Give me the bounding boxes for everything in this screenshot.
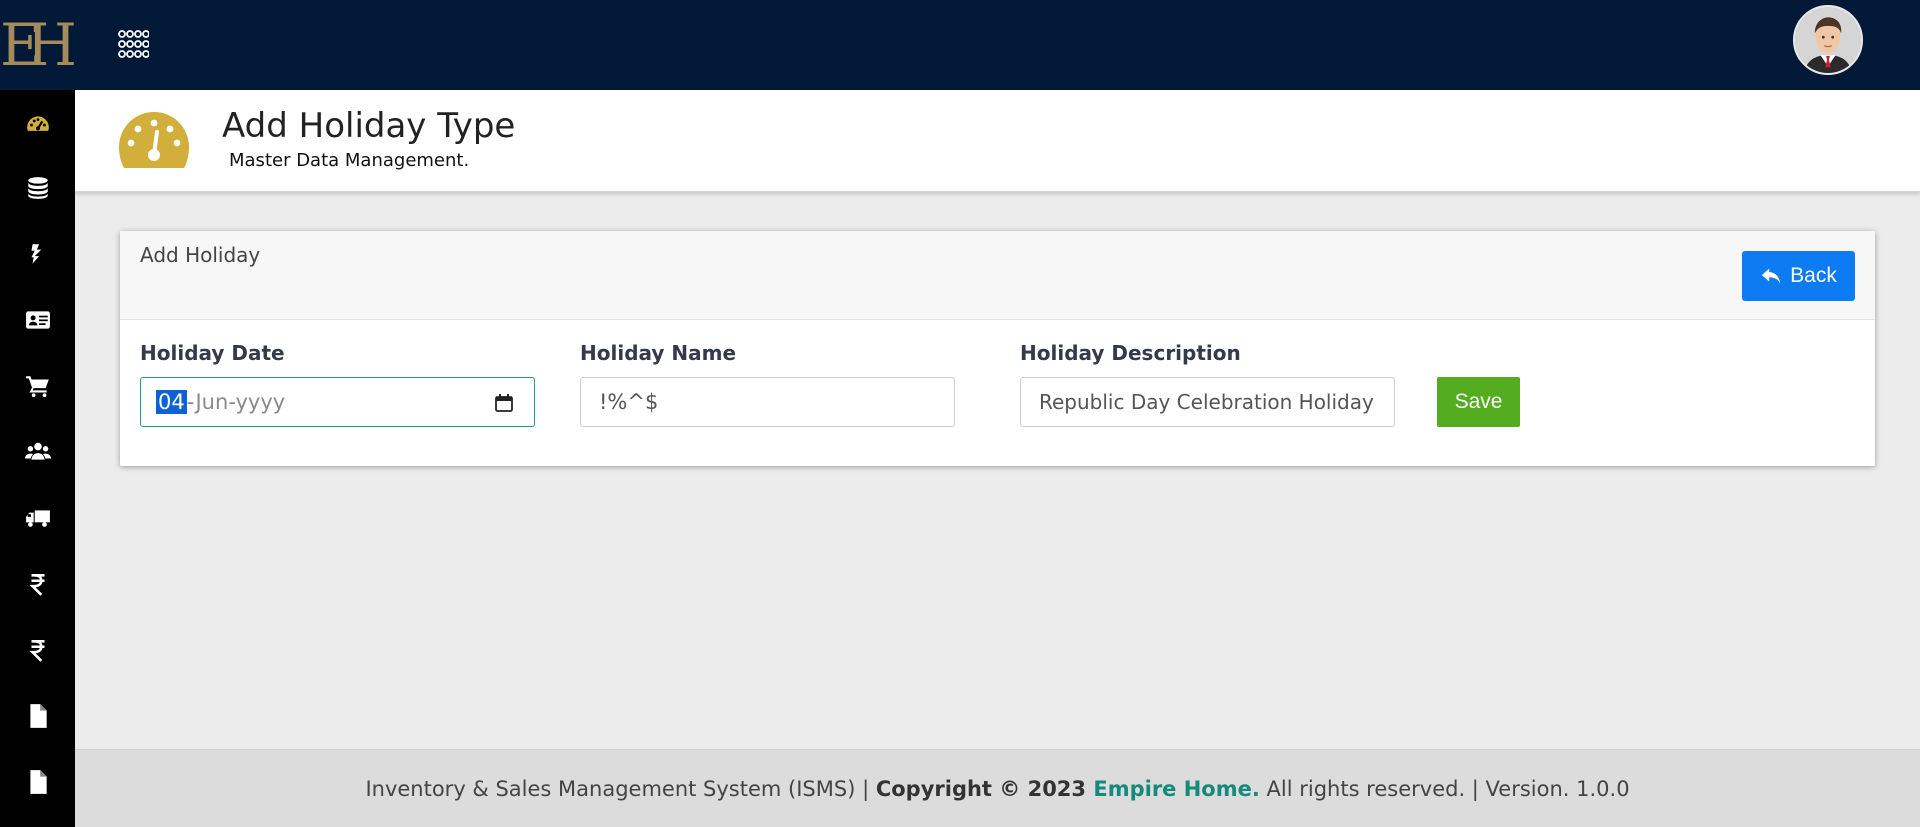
- dashboard-icon[interactable]: [0, 104, 75, 144]
- footer: Inventory & Sales Management System (ISM…: [75, 749, 1920, 827]
- bolt-icon[interactable]: [0, 234, 75, 274]
- card-header: Add Holiday Back: [120, 231, 1875, 320]
- footer-suffix: All rights reserved. | Version. 1.0.0: [1259, 776, 1630, 801]
- topbar: [75, 0, 1920, 90]
- user-avatar[interactable]: [1793, 5, 1863, 75]
- card-title: Add Holiday: [140, 243, 261, 267]
- users-icon[interactable]: [0, 432, 75, 472]
- holiday-description-input[interactable]: Republic Day Celebration Holiday: [1020, 377, 1395, 427]
- back-button[interactable]: Back: [1742, 251, 1855, 301]
- date-day-segment[interactable]: 04: [156, 390, 187, 414]
- save-button[interactable]: Save: [1437, 377, 1520, 427]
- truck-icon[interactable]: [0, 498, 75, 538]
- add-holiday-card: Add Holiday Back Holiday Date 04 -Jun-yyy…: [120, 231, 1875, 466]
- page-header: Add Holiday Type Master Data Management.: [75, 90, 1920, 193]
- file-icon[interactable]: [0, 696, 75, 736]
- footer-copyright: Copyright © 2023: [875, 776, 1094, 801]
- id-card-icon[interactable]: [0, 300, 75, 340]
- holiday-name-label: Holiday Name: [580, 341, 737, 365]
- grid-dots-icon[interactable]: [115, 27, 150, 61]
- database-icon[interactable]: [0, 168, 75, 208]
- holiday-date-label: Holiday Date: [140, 341, 285, 365]
- cart-icon[interactable]: [0, 366, 75, 406]
- rupee-icon[interactable]: [0, 630, 75, 670]
- calendar-icon[interactable]: [494, 393, 514, 413]
- dashboard-gauge-icon: [117, 110, 191, 170]
- logo[interactable]: EH: [0, 0, 77, 90]
- holiday-date-input[interactable]: 04 -Jun-yyyy: [140, 377, 535, 427]
- logo-text: EH: [0, 11, 77, 79]
- date-rest-segment[interactable]: -Jun-yyyy: [187, 390, 285, 414]
- rupee-icon[interactable]: [0, 564, 75, 604]
- sidebar: EH: [0, 0, 77, 827]
- page-title: Add Holiday Type: [222, 106, 516, 146]
- footer-brand-link[interactable]: Empire Home.: [1093, 777, 1259, 801]
- file-icon[interactable]: [0, 762, 75, 802]
- holiday-description-label: Holiday Description: [1020, 341, 1241, 365]
- holiday-name-input[interactable]: !%^$: [580, 377, 955, 427]
- page-subtitle: Master Data Management.: [229, 150, 470, 171]
- back-button-label: Back: [1790, 264, 1837, 287]
- footer-prefix: Inventory & Sales Management System (ISM…: [365, 776, 876, 801]
- reply-icon: [1761, 268, 1781, 284]
